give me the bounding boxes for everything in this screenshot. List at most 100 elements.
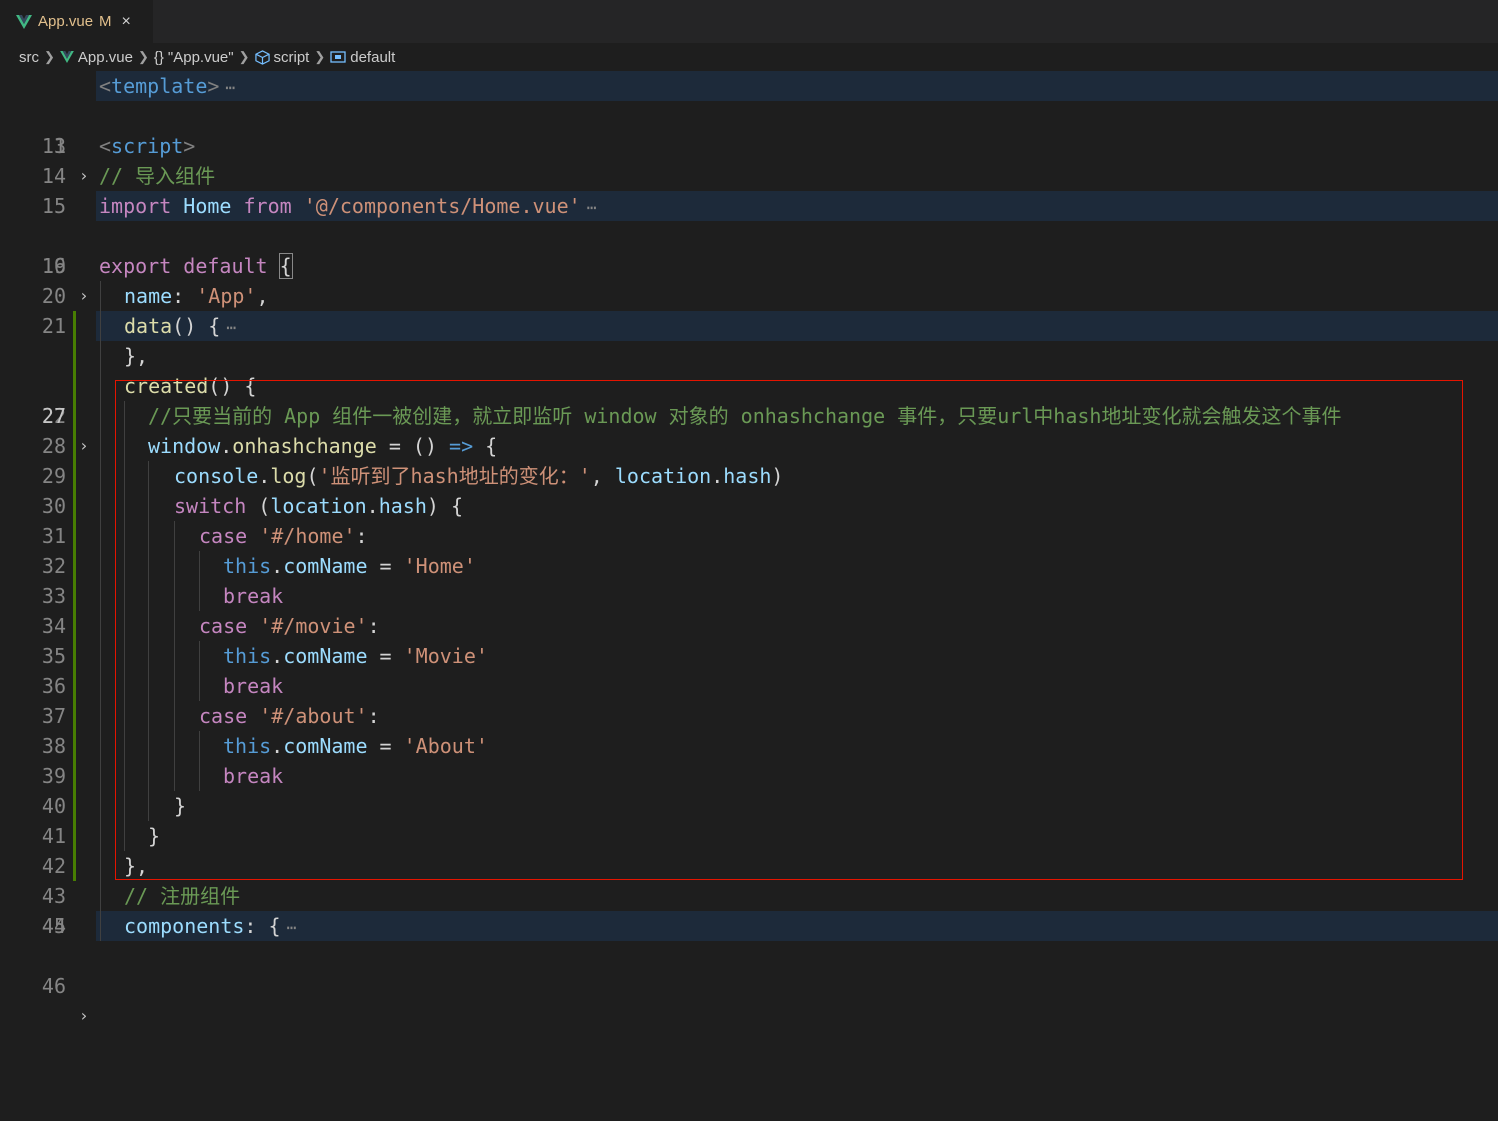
punctuation: .: [271, 644, 284, 668]
string-literal: '#/movie': [259, 614, 368, 638]
punctuation: :: [244, 914, 269, 938]
breadcrumb-label: App.vue: [77, 48, 133, 66]
function-name: created: [124, 374, 209, 398]
tag-bracket: >: [183, 134, 196, 158]
folded-ellipsis[interactable]: ⋯: [287, 918, 297, 937]
identifier: location: [614, 464, 712, 488]
indent-guide: [100, 851, 101, 881]
indent-guide: [100, 761, 101, 791]
breadcrumb-item-module[interactable]: {} "App.vue": [154, 49, 234, 66]
keyword: break: [223, 764, 284, 788]
indent-guide: [148, 791, 149, 821]
code-line: 38 break: [0, 671, 1498, 758]
keyword: switch: [174, 494, 247, 518]
code-line: 16 › import Home from '@/components/Home…: [0, 191, 1498, 305]
tag-name: script: [111, 134, 184, 158]
folded-ellipsis[interactable]: ⋯: [226, 318, 236, 337]
indent-guide: [100, 461, 101, 491]
indent-guide: [148, 731, 149, 761]
breadcrumb-label: "App.vue": [167, 48, 234, 66]
indent-guide: [100, 641, 101, 671]
indent-guide: [148, 551, 149, 581]
property: comName: [283, 644, 368, 668]
keyword: export: [99, 254, 172, 278]
keyword: import: [99, 194, 172, 218]
indent-guide: [148, 701, 149, 731]
code-text: case '#/movie':: [199, 611, 380, 641]
indent-guide: [174, 551, 175, 581]
punctuation: (): [412, 434, 450, 458]
identifier: window: [148, 434, 221, 458]
code-line: 27 },: [0, 341, 1498, 428]
string-literal: 'Movie': [403, 644, 488, 668]
code-line: 20 export default {: [0, 251, 1498, 308]
code-text: components: {⋯: [124, 911, 296, 943]
indent-guide: [124, 671, 125, 701]
indent-guide: [100, 911, 101, 941]
indent-guide: [124, 641, 125, 671]
folded-ellipsis[interactable]: ⋯: [225, 78, 235, 97]
indent-guide: [124, 761, 125, 791]
indent-guide: [124, 431, 125, 461]
indent-guide: [100, 311, 101, 341]
git-modified-indicator: [73, 791, 76, 821]
punctuation: .: [271, 734, 284, 758]
punctuation: :: [367, 704, 380, 728]
indent-guide: [100, 821, 101, 851]
operator: =: [367, 734, 404, 758]
keyword: break: [223, 584, 284, 608]
punctuation: ,: [256, 284, 269, 308]
breadcrumb-item-src[interactable]: src: [19, 49, 39, 66]
brace: {: [473, 434, 498, 458]
indent-guide: [174, 761, 175, 791]
brace: {: [268, 914, 281, 938]
chevron-right-icon: ❯: [238, 49, 250, 64]
indent-guide: [124, 791, 125, 821]
indent-guide: [124, 701, 125, 731]
code-text: window.onhashchange = () => {: [148, 431, 497, 461]
code-line: 21 name: 'App',: [0, 281, 1498, 338]
code-line: 41 break: [0, 761, 1498, 848]
indent-guide: [100, 881, 101, 911]
code-line: 14 <script>: [0, 131, 1498, 188]
git-modified-indicator: [73, 611, 76, 641]
code-line: 46 › components: {⋯: [0, 911, 1498, 1025]
git-modified-indicator: [73, 821, 76, 851]
code-editor[interactable]: 1 › <template> ⋯ 13 14 <script> 15 // 导入组…: [0, 71, 1498, 1025]
punctuation: :: [172, 284, 197, 308]
code-line: 22 › data() {⋯: [0, 311, 1498, 455]
tab-app-vue[interactable]: App.vue M ×: [0, 0, 153, 43]
breadcrumb-item-script[interactable]: script: [254, 48, 310, 66]
string-literal: '#/about': [259, 704, 368, 728]
code-text: name: 'App',: [124, 281, 269, 311]
close-icon[interactable]: ×: [122, 13, 131, 31]
indent-guide: [148, 461, 149, 491]
chevron-right-icon[interactable]: ›: [79, 1001, 89, 1031]
punctuation: .: [366, 494, 379, 518]
tag-bracket: >: [207, 74, 220, 98]
function-name: log: [270, 464, 307, 488]
git-modified-indicator: [73, 581, 76, 611]
chevron-right-icon: ❯: [137, 49, 149, 64]
code-text: }: [148, 824, 161, 848]
indent-guide: [199, 581, 200, 611]
this-keyword: this: [223, 644, 272, 668]
punctuation: .: [220, 434, 233, 458]
breadcrumb-label: script: [273, 48, 310, 66]
property: comName: [283, 554, 368, 578]
code-line: 32 switch (location.hash) {: [0, 491, 1498, 578]
folded-ellipsis[interactable]: ⋯: [587, 198, 597, 217]
code-line: 43 }: [0, 821, 1498, 908]
git-modified-indicator: [73, 521, 76, 551]
breadcrumb-item-file[interactable]: App.vue: [60, 49, 133, 66]
breadcrumb-item-default[interactable]: default: [330, 49, 395, 66]
punctuation: (: [306, 464, 319, 488]
indent-guide: [100, 731, 101, 761]
tag-bracket: <: [99, 134, 112, 158]
indent-guide: [199, 731, 200, 761]
keyword: case: [199, 614, 248, 638]
code-comment: //只要当前的 App 组件一被创建，就立即监听 window 对象的 onha…: [148, 404, 1342, 428]
code-text: this.comName = 'Movie': [223, 641, 488, 671]
indent-guide: [100, 341, 101, 371]
punctuation: .: [271, 554, 284, 578]
